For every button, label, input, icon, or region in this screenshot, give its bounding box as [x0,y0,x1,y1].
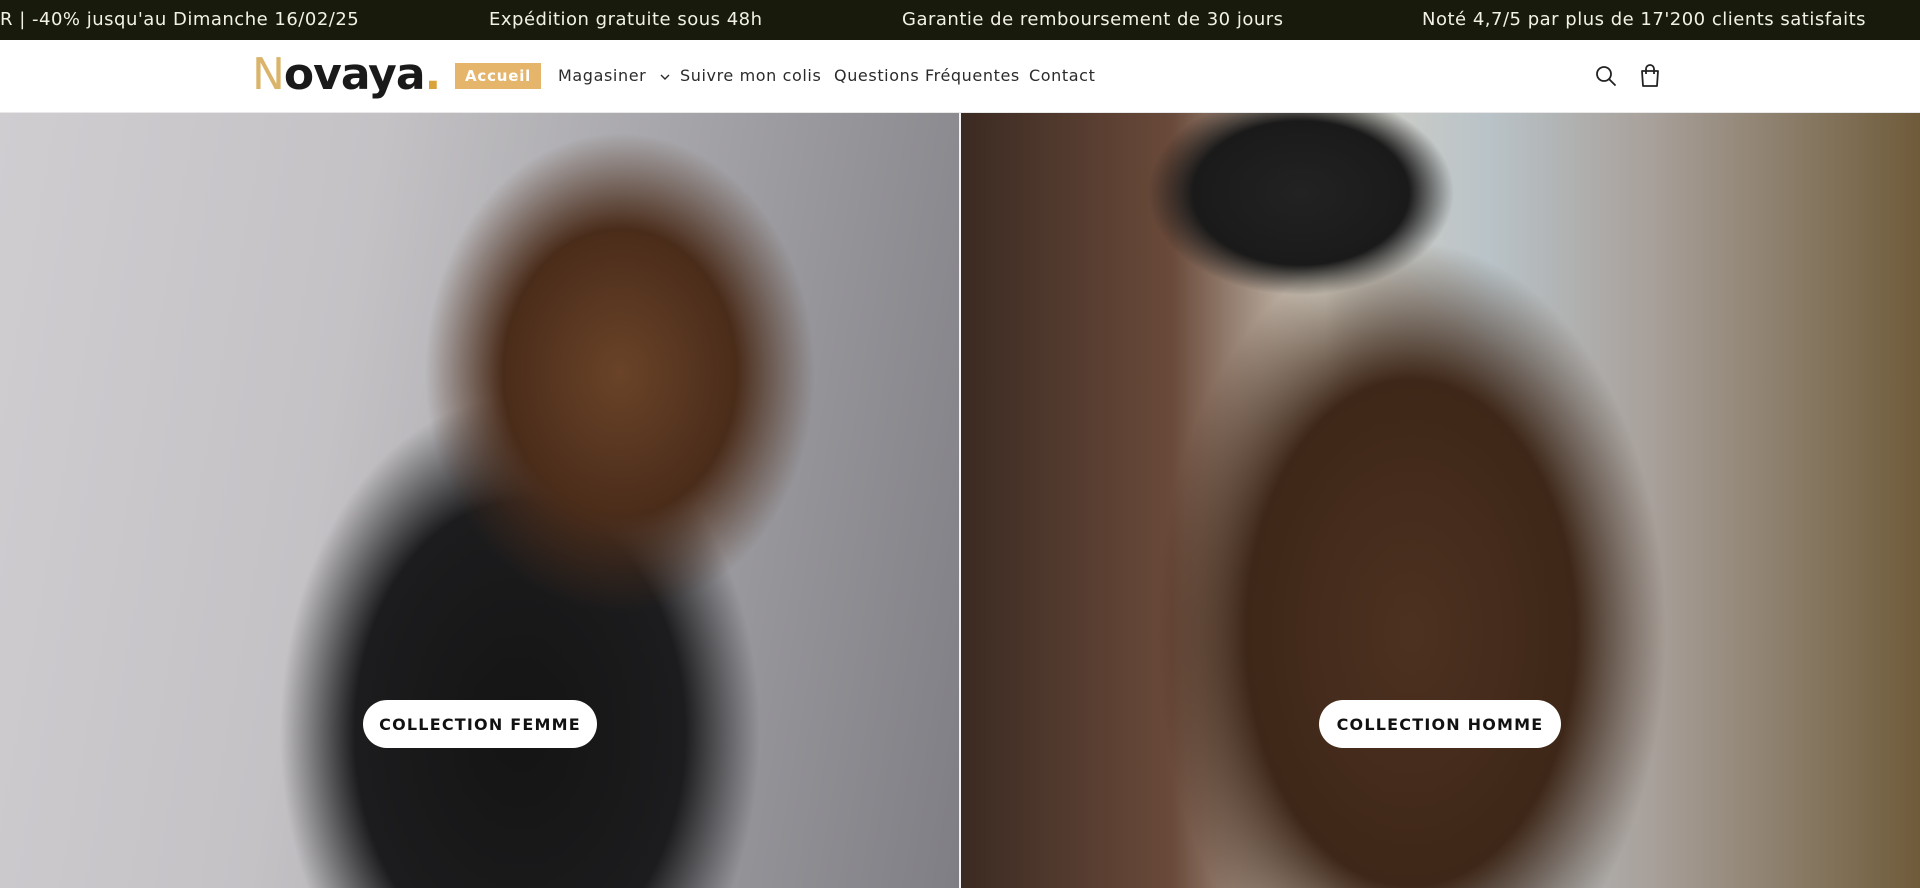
announcement-bar: R | -40% jusqu'au Dimanche 16/02/25 Expé… [0,0,1920,40]
logo-dot: . [424,49,442,100]
announcement-message: Garantie de remboursement de 30 jours [902,9,1284,30]
site-header: Novaya. Accueil Magasiner Suivre mon col… [0,40,1920,113]
nav-item-contact[interactable]: Contact [1029,63,1095,89]
logo-initial: N [252,49,285,100]
nav-item-label: Magasiner [558,66,647,85]
logo-text: ovaya [283,49,426,100]
search-icon [1596,66,1616,86]
nav-item-suivre-colis[interactable]: Suivre mon colis [680,63,821,89]
search-button[interactable] [1592,62,1620,90]
announcement-message: Noté 4,7/5 par plus de 17'200 clients sa… [1422,9,1867,30]
collection-homme-button[interactable]: COLLECTION HOMME [1319,700,1561,748]
announcement-message: Expédition gratuite sous 48h [489,9,763,30]
nav-item-magasiner[interactable]: Magasiner [558,63,670,89]
announcement-message: R | -40% jusqu'au Dimanche 16/02/25 [0,9,360,30]
cart-button[interactable] [1636,62,1664,90]
nav-item-faq[interactable]: Questions Fréquentes [834,63,1020,89]
collection-femme-button[interactable]: COLLECTION FEMME [363,700,597,748]
hero-women-image[interactable] [0,113,959,888]
site-logo[interactable]: Novaya. [252,47,442,103]
hero-men-image[interactable] [961,113,1920,888]
nav-item-accueil[interactable]: Accueil [455,63,542,89]
chevron-down-icon [660,74,670,80]
shopping-bag-icon [1641,64,1659,87]
